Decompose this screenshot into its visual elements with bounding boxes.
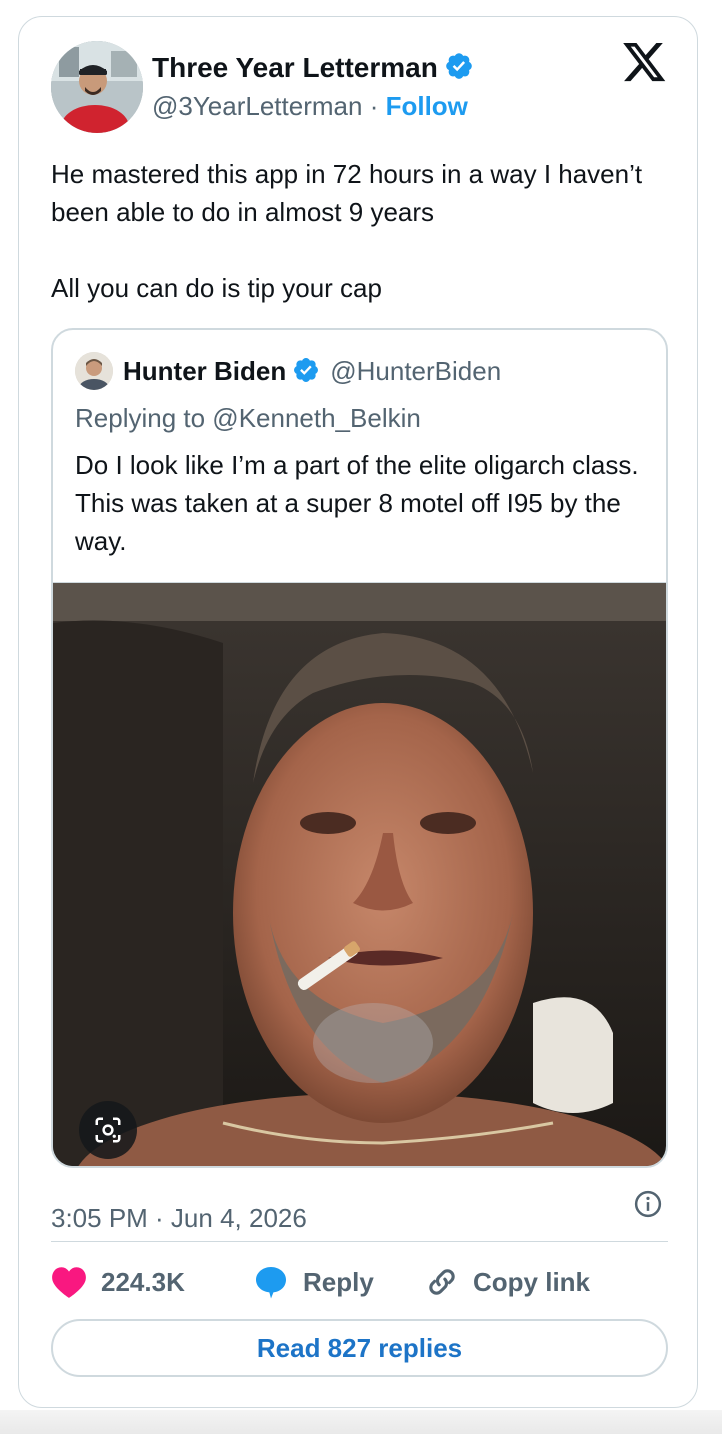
reply-button[interactable]: Reply <box>253 1264 374 1300</box>
tweet-timestamp[interactable]: 3:05 PM · Jun 4, 2026 <box>51 1203 307 1234</box>
tweet-text-line: He mastered this app in 72 hours in a wa… <box>51 159 643 227</box>
quoted-tweet-text: Do I look like I’m a part of the elite o… <box>75 450 639 556</box>
like-count: 224.3K <box>101 1266 185 1297</box>
copy-link-button[interactable]: Copy link <box>425 1264 590 1300</box>
image-search-icon[interactable] <box>79 1101 137 1159</box>
author-name[interactable]: Three Year Letterman <box>152 51 474 88</box>
follow-button[interactable]: Follow <box>386 91 468 121</box>
page-bottom-strip <box>0 1410 722 1434</box>
quoted-tweet[interactable]: Hunter Biden @HunterBiden Replying to @Ke… <box>51 328 668 1168</box>
author-handle[interactable]: @3YearLetterman <box>152 91 362 121</box>
read-replies-button[interactable]: Read 827 replies <box>51 1319 668 1377</box>
author-handle-row: @3YearLetterman · Follow <box>152 91 468 122</box>
separator-dot: · <box>369 91 379 121</box>
speech-bubble-icon <box>256 1267 286 1299</box>
heart-icon <box>52 1267 86 1298</box>
tweet-text-line: All you can do is tip your cap <box>51 273 382 303</box>
author-avatar[interactable] <box>51 41 143 133</box>
reply-label: Reply <box>303 1266 374 1297</box>
quoted-author-name-row: Hunter Biden @HunterBiden <box>123 356 501 391</box>
verified-badge-icon <box>444 51 474 88</box>
quoted-author-handle[interactable]: @HunterBiden <box>330 356 501 386</box>
copy-link-label: Copy link <box>473 1266 591 1297</box>
link-icon <box>429 1269 455 1295</box>
author-name-text[interactable]: Three Year Letterman <box>152 52 438 83</box>
quoted-author-name[interactable]: Hunter Biden <box>123 356 286 386</box>
verified-badge-icon <box>292 356 320 391</box>
tweet-text: He mastered this app in 72 hours in a wa… <box>51 155 671 307</box>
quoted-tweet-photo[interactable] <box>53 582 666 1166</box>
like-button[interactable]: 224.3K <box>51 1264 185 1300</box>
tweet-embed-card: Three Year Letterman @3YearLetterman · F… <box>18 16 698 1408</box>
quoted-author-avatar[interactable] <box>75 352 113 390</box>
info-icon[interactable] <box>633 1189 663 1219</box>
x-logo-icon[interactable] <box>623 43 667 83</box>
divider <box>51 1241 668 1242</box>
replying-to-label: Replying to @Kenneth_Belkin <box>75 403 421 433</box>
